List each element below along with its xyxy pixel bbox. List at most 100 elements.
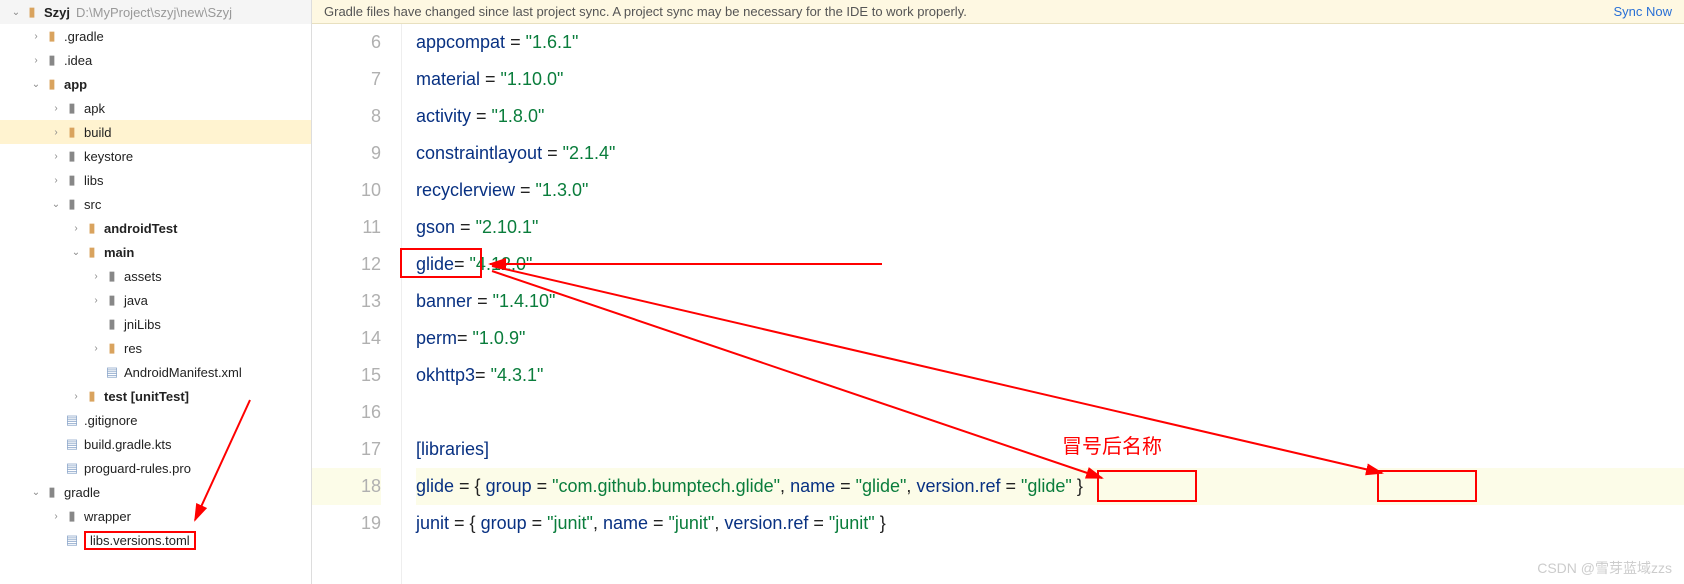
line-number: 17 <box>312 431 381 468</box>
code-line-18[interactable]: glide = { group = "com.github.bumptech.g… <box>416 468 1684 505</box>
folder-icon: ▮ <box>44 28 60 44</box>
chevron-icon[interactable]: ⌄ <box>28 79 44 90</box>
tree-item--gradle[interactable]: ›▮ .gradle <box>0 24 311 48</box>
folder-icon: ▮ <box>44 52 60 68</box>
folder-icon: ▮ <box>64 100 80 116</box>
sync-now-link[interactable]: Sync Now <box>1613 4 1672 19</box>
tree-label: src <box>84 197 101 212</box>
chevron-icon[interactable]: › <box>28 31 44 42</box>
tree-item-szyj[interactable]: ⌄▮SzyjD:\MyProject\szyj\new\Szyj <box>0 0 311 24</box>
tree-item-libs-versions-toml[interactable]: ▤libs.versions.toml <box>0 528 311 552</box>
tree-label: apk <box>84 101 105 116</box>
tree-label: AndroidManifest.xml <box>124 365 242 380</box>
tree-item-apk[interactable]: ›▮ apk <box>0 96 311 120</box>
tree-item-src[interactable]: ⌄▮src <box>0 192 311 216</box>
tree-label: keystore <box>84 149 133 164</box>
chevron-icon[interactable]: › <box>48 175 64 186</box>
folder-icon: ▮ <box>84 244 100 260</box>
editor-pane: Gradle files have changed since last pro… <box>312 0 1684 584</box>
line-number: 18 <box>312 468 381 505</box>
chevron-icon[interactable]: › <box>88 343 104 354</box>
line-number: 7 <box>312 61 381 98</box>
tree-item-keystore[interactable]: ›▮keystore <box>0 144 311 168</box>
folder-icon: ▮ <box>44 76 60 92</box>
chevron-icon[interactable]: › <box>48 511 64 522</box>
code-line-15[interactable]: okhttp3= "4.3.1" <box>416 357 1684 394</box>
tree-label: .gradle <box>64 29 104 44</box>
chevron-icon[interactable]: ⌄ <box>28 487 44 498</box>
chevron-icon[interactable]: › <box>48 127 64 138</box>
chevron-icon[interactable]: › <box>68 223 84 234</box>
chevron-icon[interactable]: ⌄ <box>68 247 84 258</box>
file-icon: ▤ <box>64 436 80 452</box>
tree-item--gitignore[interactable]: ▤.gitignore <box>0 408 311 432</box>
tree-label: wrapper <box>84 509 131 524</box>
file-icon: ▤ <box>64 532 80 548</box>
tree-item-main[interactable]: ⌄▮main <box>0 240 311 264</box>
tree-label: build.gradle.kts <box>84 437 171 452</box>
code-line-14[interactable]: perm= "1.0.9" <box>416 320 1684 357</box>
annot-label: 冒号后名称 <box>1062 429 1162 466</box>
chevron-icon[interactable]: › <box>48 151 64 162</box>
code-line-19[interactable]: junit = { group = "junit", name = "junit… <box>416 505 1684 542</box>
chevron-icon[interactable]: › <box>68 391 84 402</box>
code-line-12[interactable]: glide= "4.12.0" <box>416 246 1684 283</box>
tree-item-libs[interactable]: ›▮libs <box>0 168 311 192</box>
line-gutter: 678910111213141516171819 <box>312 24 402 584</box>
tree-item-build-gradle-kts[interactable]: ▤ build.gradle.kts <box>0 432 311 456</box>
folder-icon: ▮ <box>84 388 100 404</box>
line-number: 12 <box>312 246 381 283</box>
sync-banner: Gradle files have changed since last pro… <box>312 0 1684 24</box>
chevron-icon[interactable]: ⌄ <box>8 7 24 18</box>
tree-label: proguard-rules.pro <box>84 461 191 476</box>
folder-icon: ▮ <box>64 508 80 524</box>
code-line-7[interactable]: material = "1.10.0" <box>416 61 1684 98</box>
tree-item-androidtest[interactable]: ›▮androidTest <box>0 216 311 240</box>
tree-item-assets[interactable]: ›▮assets <box>0 264 311 288</box>
line-number: 9 <box>312 135 381 172</box>
tree-item-proguard-rules-pro[interactable]: ▤ proguard-rules.pro <box>0 456 311 480</box>
tree-label: assets <box>124 269 162 284</box>
chevron-icon[interactable]: › <box>28 55 44 66</box>
folder-icon: ▮ <box>104 292 120 308</box>
tree-item--idea[interactable]: ›▮.idea <box>0 48 311 72</box>
code-area[interactable]: 678910111213141516171819 appcompat = "1.… <box>312 24 1684 584</box>
tree-item-jnilibs[interactable]: ▮jniLibs <box>0 312 311 336</box>
tree-item-res[interactable]: ›▮res <box>0 336 311 360</box>
chevron-icon[interactable]: › <box>48 103 64 114</box>
tree-item-app[interactable]: ⌄▮ app <box>0 72 311 96</box>
chevron-icon[interactable]: › <box>88 295 104 306</box>
tree-label: java <box>124 293 148 308</box>
file-icon: ▤ <box>64 460 80 476</box>
project-tree-sidebar: ⌄▮SzyjD:\MyProject\szyj\new\Szyj›▮.gradl… <box>0 0 312 584</box>
line-number: 8 <box>312 98 381 135</box>
tree-label: app <box>64 77 87 92</box>
folder-icon: ▮ <box>64 124 80 140</box>
tree-item-java[interactable]: ›▮ java <box>0 288 311 312</box>
line-number: 13 <box>312 283 381 320</box>
folder-icon: ▮ <box>84 220 100 236</box>
chevron-icon[interactable]: ⌄ <box>48 199 64 210</box>
tree-label: test [unitTest] <box>104 389 189 404</box>
tree-item-gradle[interactable]: ⌄▮gradle <box>0 480 311 504</box>
code-line-9[interactable]: constraintlayout = "2.1.4" <box>416 135 1684 172</box>
code-line-16[interactable] <box>416 394 1684 431</box>
watermark: CSDN @雪芽蓝域zzs <box>1537 558 1672 578</box>
tree-label: res <box>124 341 142 356</box>
tree-item-wrapper[interactable]: ›▮ wrapper <box>0 504 311 528</box>
tree-label: jniLibs <box>124 317 161 332</box>
folder-icon: ▮ <box>64 172 80 188</box>
code-content[interactable]: appcompat = "1.6.1"material = "1.10.0"ac… <box>402 24 1684 584</box>
code-line-10[interactable]: recyclerview = "1.3.0" <box>416 172 1684 209</box>
code-line-6[interactable]: appcompat = "1.6.1" <box>416 24 1684 61</box>
tree-item-build[interactable]: ›▮build <box>0 120 311 144</box>
code-line-8[interactable]: activity = "1.8.0" <box>416 98 1684 135</box>
chevron-icon[interactable]: › <box>88 271 104 282</box>
tree-item-test--unittest-[interactable]: ›▮ test [unitTest] <box>0 384 311 408</box>
code-line-17[interactable]: [libraries] <box>416 431 1684 468</box>
code-line-11[interactable]: gson = "2.10.1" <box>416 209 1684 246</box>
line-number: 10 <box>312 172 381 209</box>
tree-item-androidmanifest-xml[interactable]: ▤AndroidManifest.xml <box>0 360 311 384</box>
tree-label: Szyj <box>44 5 70 20</box>
code-line-13[interactable]: banner = "1.4.10" <box>416 283 1684 320</box>
